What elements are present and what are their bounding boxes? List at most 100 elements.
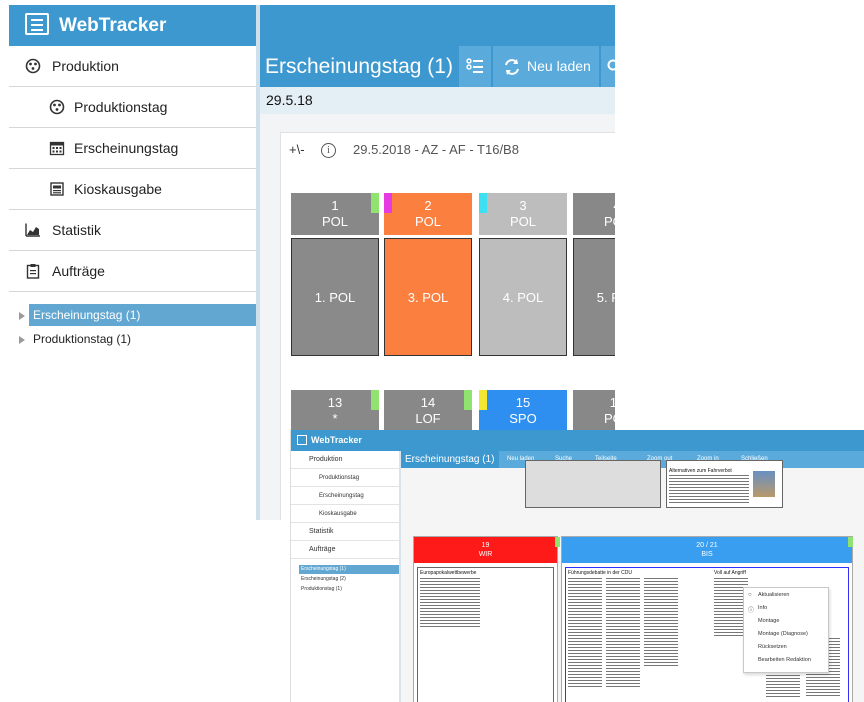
menu-item-info[interactable]: Info [758, 605, 767, 611]
inset-sidebar-item-auftraege[interactable]: Aufträge [291, 541, 401, 559]
area-chart-icon [25, 223, 40, 237]
app-logo[interactable]: WebTracker [9, 5, 256, 46]
page-section: WIR [478, 551, 493, 558]
menu-item-montage-diagnose[interactable]: Montage (Diagnose) [758, 631, 808, 637]
article-title: Führungsdebatte in der CDU [568, 570, 632, 576]
page-section: LOF [415, 411, 441, 426]
page-header[interactable]: 4POL [573, 193, 615, 235]
inset-tree-item[interactable]: Erscheinungstag (1) [299, 565, 399, 574]
page-thumbnail[interactable]: 4. POL [479, 238, 567, 356]
page-header: 19 WIR [414, 537, 557, 563]
inset-sidebar-item-kioskausgabe[interactable]: Kioskausgabe [291, 505, 401, 523]
page-section: * [332, 411, 338, 426]
page-section: SPO [509, 411, 537, 426]
inset-app-logo[interactable]: WebTracker [291, 430, 401, 451]
page-number: 14 [420, 395, 436, 410]
page-thumbnail[interactable] [525, 460, 661, 508]
article-title: Europapokalwettbewerbe [420, 570, 477, 576]
page-header[interactable]: 3 POL [479, 193, 567, 235]
article-photo [753, 471, 775, 497]
menu-item-montage[interactable]: Montage [758, 618, 779, 624]
sidebar-item-label: Statistik [52, 222, 102, 238]
content-header: Erscheinungstag (1) Neu laden [260, 46, 615, 87]
menu-item-aktualisieren[interactable]: Aktualisieren [758, 592, 790, 598]
composite-screenshot: WebTracker Produktion Produktionstag Ers… [0, 0, 864, 702]
page-header[interactable]: 15 SPO [479, 390, 567, 432]
page-number: 19 [481, 542, 490, 549]
sidebar-item-produktion[interactable]: Produktion [9, 46, 256, 87]
logo-icon [25, 13, 49, 35]
list-icon [466, 58, 483, 73]
calendar-icon [49, 141, 65, 156]
inset-screenshot: WebTracker Produktion Produktionstag Ers… [290, 430, 864, 702]
page-wir[interactable]: 19 WIR Europapokalwettbewerbe [413, 536, 560, 702]
sidebar-item-produktionstag[interactable]: Produktionstag [9, 87, 256, 128]
inset-page-title: Erscheinungstag (1) [401, 451, 499, 468]
sidebar-item-auftraege[interactable]: Aufträge [9, 251, 256, 292]
page-thumbnail[interactable]: 1. POL [291, 238, 379, 356]
film-reel-icon [25, 58, 41, 74]
page-number: 20 / 21 [696, 542, 718, 549]
page-number: 4 [573, 198, 615, 214]
sidebar-item-kioskausgabe[interactable]: Kioskausgabe [9, 169, 256, 210]
inset-tree-item[interactable]: Produktionstag (1) [299, 585, 399, 594]
menu-item-ruecksetzen[interactable]: Rücksetzen [758, 644, 787, 650]
inset-sidebar-item-produktionstag[interactable]: Produktionstag [291, 469, 401, 487]
page-thumbnail[interactable]: 3. POL [384, 238, 472, 356]
status-tag [464, 390, 472, 410]
article-title: Voll auf Angriff [714, 570, 746, 576]
page-section: POL [414, 214, 441, 229]
sidebar-item-label: Kioskausgabe [74, 181, 162, 197]
page-thumbnail[interactable]: 5. POL [573, 238, 615, 356]
reload-label: Neu laden [527, 58, 591, 74]
date-bar: 29.5.18 [260, 87, 615, 114]
page-number: 1 [331, 198, 339, 213]
inset-sidebar-item-produktion[interactable]: Produktion [291, 451, 401, 469]
page-header[interactable]: 14 LOF [384, 390, 472, 432]
status-tag [555, 537, 560, 547]
status-tag [371, 390, 379, 410]
list-toggle-button[interactable] [459, 46, 491, 87]
page-content: Europapokalwettbewerbe [417, 567, 554, 702]
page-header[interactable]: 16POL [573, 390, 615, 432]
film-reel-icon [49, 99, 65, 115]
page-section: BIS [701, 551, 713, 558]
sidebar-item-statistik[interactable]: Statistik [9, 210, 256, 251]
tree-item-erscheinungstag[interactable]: Erscheinungstag (1) [29, 304, 257, 326]
menu-item-bearbeiten-redaktion[interactable]: Bearbeiten Redaktion [758, 657, 811, 663]
sidebar-item-erscheinungstag[interactable]: Erscheinungstag [9, 128, 256, 169]
page-section: POL [603, 214, 615, 229]
reload-button[interactable]: Neu laden [493, 46, 599, 87]
inset-sidebar-item-erscheinungstag[interactable]: Erscheinungstag [291, 487, 401, 505]
page-number: 16 [609, 395, 615, 410]
refresh-icon [505, 59, 519, 75]
page-header: 20 / 21 BIS [562, 537, 852, 563]
page-number: 13 [327, 395, 343, 410]
collapse-toggle[interactable]: +\- [289, 133, 305, 167]
page-header[interactable]: 2 POL [384, 193, 472, 235]
sidebar-item-label: Produktionstag [74, 99, 168, 115]
status-tag [384, 193, 392, 213]
page-title: Erscheinungstag (1) [265, 55, 453, 78]
page-header[interactable]: 13 * [291, 390, 379, 432]
page-number: 15 [515, 395, 531, 410]
app-title: WebTracker [59, 15, 167, 36]
status-tag [371, 193, 379, 213]
newspaper-icon [50, 182, 64, 196]
page-header[interactable]: 1 POL [291, 193, 379, 235]
page-number: 2 [424, 198, 432, 213]
inset-sidebar-item-statistik[interactable]: Statistik [291, 523, 401, 541]
sidebar-item-label: Aufträge [52, 263, 105, 279]
tree-item-produktionstag[interactable]: Produktionstag (1) [29, 328, 229, 350]
card-header: +\- i 29.5.2018 - AZ - AF - T16/B8 [281, 133, 615, 167]
sidebar-item-label: Erscheinungstag [74, 140, 179, 156]
page-number: 3 [519, 198, 527, 213]
page-thumbnail[interactable]: Alternativen zum Fahrverbot [666, 460, 783, 508]
sidebar: Produktion Produktionstag Erscheinungsta… [9, 46, 257, 520]
search-button[interactable] [601, 46, 615, 87]
inset-tree-item[interactable]: Erscheinungstag (2) [299, 575, 399, 584]
edition-heading: 29.5.2018 - AZ - AF - T16/B8 [353, 142, 519, 157]
page-section: POL [321, 214, 348, 229]
context-menu: ○ Aktualisieren ⓘ Info Montage Montage (… [743, 587, 829, 673]
info-icon[interactable]: i [321, 143, 336, 158]
